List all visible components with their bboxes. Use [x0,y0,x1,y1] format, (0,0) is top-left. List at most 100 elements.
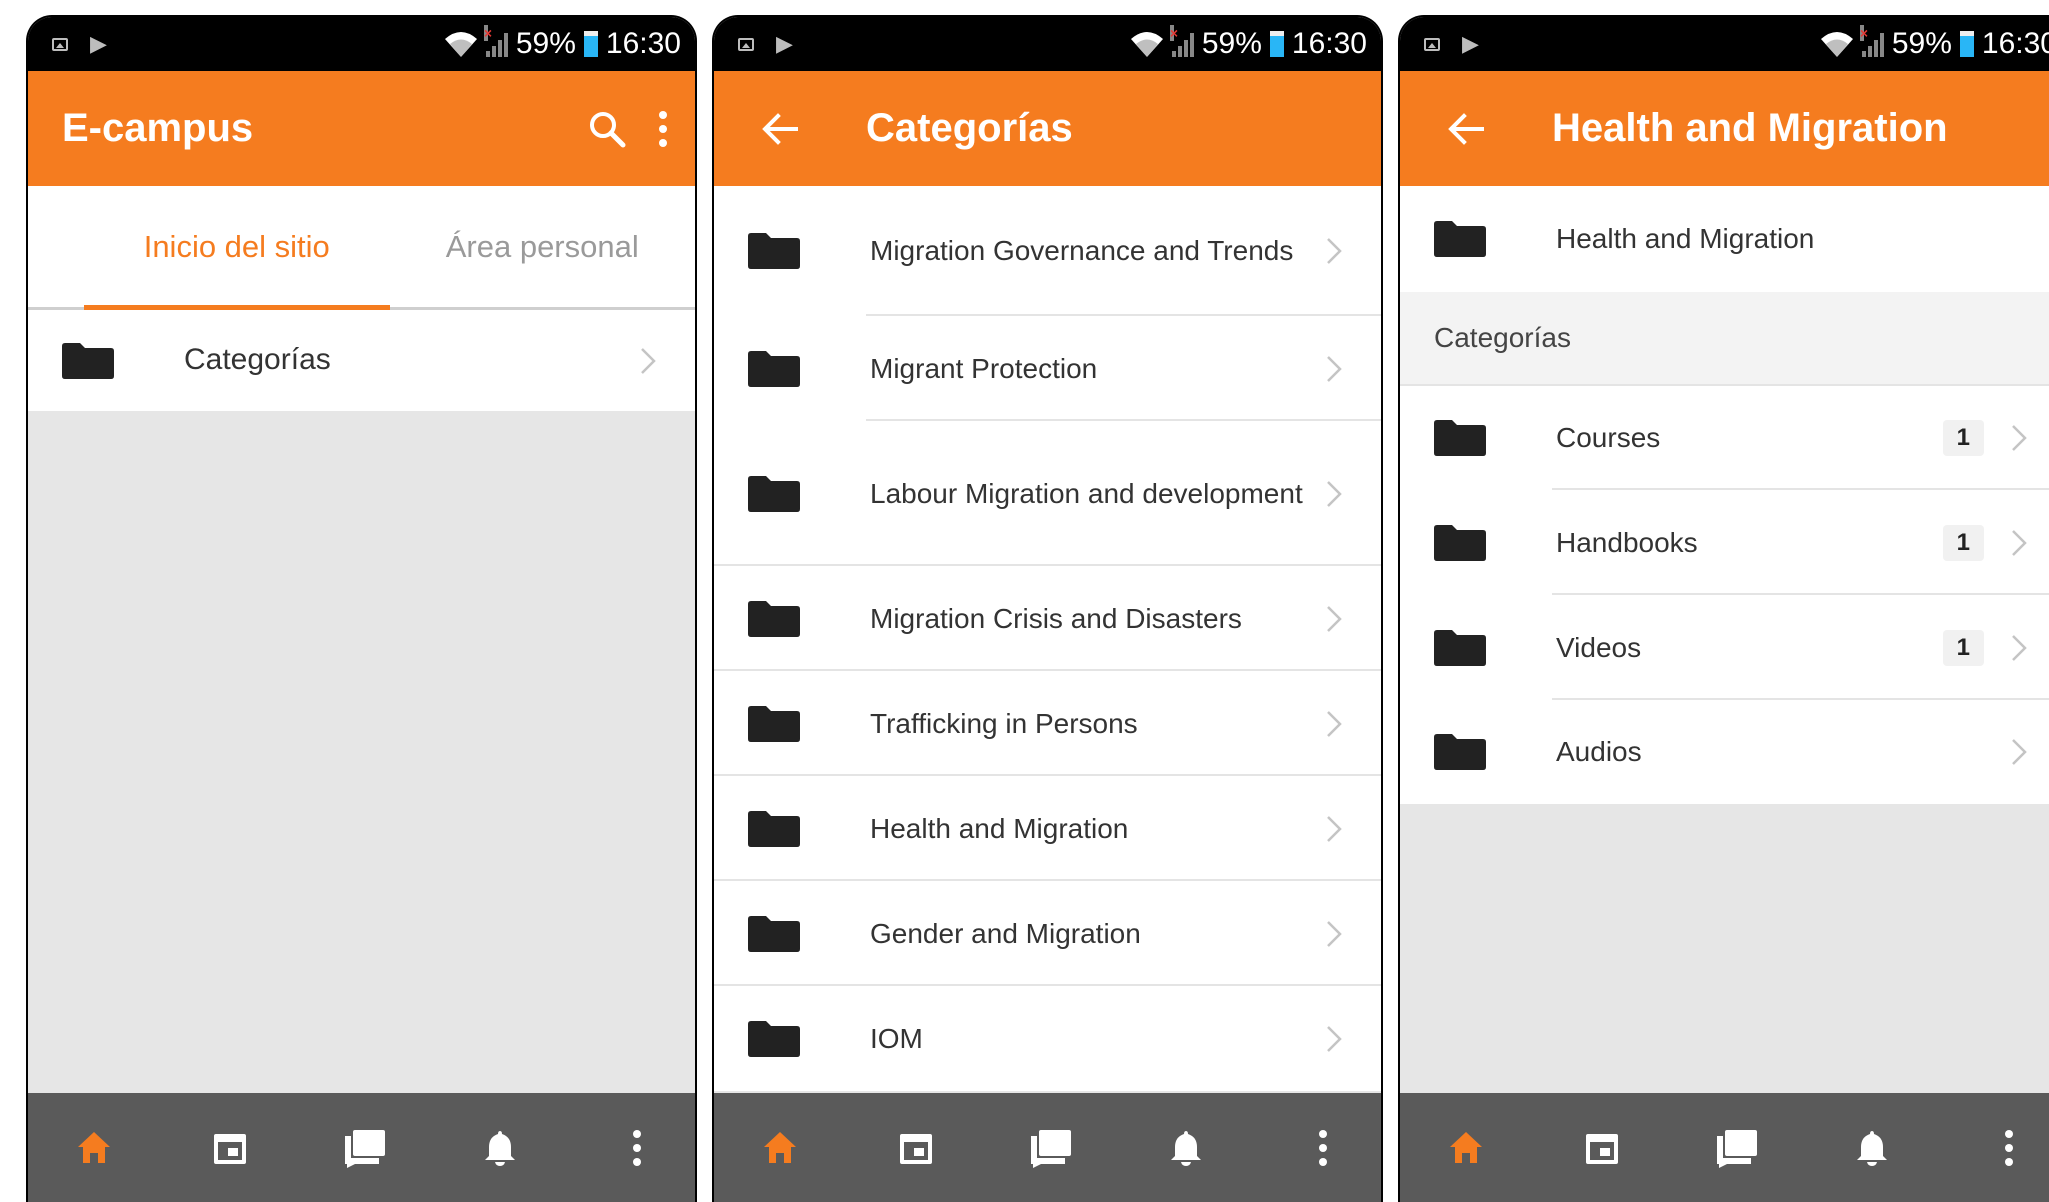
battery-icon [1959,31,1974,57]
folder-icon [1432,419,1488,457]
chevron-right-icon [1325,710,1343,738]
back-arrow-icon[interactable] [760,109,800,149]
nav-home[interactable] [64,1093,124,1202]
parent-category: Health and Migration [1400,186,2049,292]
battery-percent: 59% [515,27,576,60]
play-store-notification-icon: ▶ [90,31,107,56]
chevron-right-icon [2010,634,2028,662]
list-item-label: Migrant Protection [870,352,1098,384]
list-item[interactable]: Migration Crisis and Disasters [714,566,1381,671]
nav-calendar[interactable] [200,1093,260,1202]
list-item-label: Gender and Migration [870,917,1141,949]
home-icon [760,1128,800,1168]
bottom-nav [28,1093,695,1202]
calendar-icon [896,1128,936,1168]
page-title: Categorías [866,106,1073,150]
chevron-right-icon [639,347,657,375]
nav-messages[interactable] [1707,1093,1767,1202]
status-bar: ▶ × 59% 16:30 [714,17,1381,71]
list-item[interactable]: Videos 1 [1400,595,2049,700]
category-list: Migration Governance and Trends Migrant … [714,186,1381,1091]
nav-calendar[interactable] [886,1093,946,1202]
app-bar: E-campus [28,71,695,186]
list-item-label: Trafficking in Persons [870,707,1138,739]
nav-home[interactable] [1436,1093,1496,1202]
list-item[interactable]: Gender and Migration [714,881,1381,986]
list-item[interactable]: Courses 1 [1400,386,2049,490]
folder-icon [60,342,116,380]
folder-icon [746,810,802,848]
battery-percent: 59% [1891,27,1952,60]
home-icon [74,1128,114,1168]
nav-more[interactable] [1979,1093,2039,1202]
chevron-right-icon [1325,815,1343,843]
calendar-icon [1582,1128,1622,1168]
more-icon [1317,1128,1329,1168]
nav-home[interactable] [750,1093,810,1202]
nav-messages[interactable] [335,1093,395,1202]
signal-icon: × [483,25,508,57]
tab-site-home[interactable]: Inicio del sitio [28,186,390,310]
chevron-right-icon [2010,529,2028,557]
nav-notifications[interactable] [470,1093,530,1202]
bottom-nav [1400,1093,2049,1202]
page-title: Health and Migration [1552,106,1948,150]
app-bar: Categorías [714,71,1381,186]
nav-more[interactable] [1293,1093,1353,1202]
nav-messages[interactable] [1021,1093,1081,1202]
list-item[interactable]: Audios [1400,700,2049,804]
more-options-icon[interactable] [657,109,669,149]
chevron-right-icon [1325,355,1343,383]
list-item-categories[interactable]: Categorías [28,310,695,411]
nav-more[interactable] [607,1093,667,1202]
battery-icon [583,31,598,57]
notifications-icon [1852,1128,1892,1168]
list-item-label: Health and Migration [870,812,1129,844]
wifi-icon [444,30,478,58]
folder-icon [746,705,802,743]
folder-icon [1432,524,1488,562]
app-bar: Health and Migration [1400,71,2049,186]
tab-personal-area[interactable]: Área personal [390,186,696,307]
play-store-notification-icon: ▶ [1462,31,1479,56]
list-item-label: Categorías [184,343,331,377]
folder-icon [746,1020,802,1058]
nav-notifications[interactable] [1156,1093,1216,1202]
list-item-parent-category[interactable]: Health and Migration [1400,186,2049,292]
list-item[interactable]: Migration Governance and Trends [714,186,1381,316]
clock: 16:30 [605,27,681,60]
folder-icon [746,232,802,270]
search-icon[interactable] [587,109,627,149]
list-item-label: Migration Crisis and Disasters [870,602,1242,634]
chevron-right-icon [1325,1025,1343,1053]
gallery-notification-icon [52,37,68,51]
screen-health-and-migration: ▶ × 59% 16:30 Health and Migration Healt… [1398,15,2049,1202]
messages-icon [343,1128,387,1168]
nav-calendar[interactable] [1572,1093,1632,1202]
gallery-notification-icon [738,37,754,51]
category-list: Categorías [28,310,695,411]
list-item[interactable]: Health and Migration [714,776,1381,881]
list-item[interactable]: IOM [714,986,1381,1091]
subcategory-list: Courses 1 Handbooks 1 Videos 1 Audios [1400,386,2049,804]
back-arrow-icon[interactable] [1446,109,1486,149]
battery-percent: 59% [1201,27,1262,60]
list-item[interactable]: Migrant Protection [714,316,1381,421]
more-icon [2003,1128,2015,1168]
list-item-label: IOM [870,1022,923,1054]
clock: 16:30 [1981,27,2049,60]
screen-ecampus-home: ▶ × 59% 16:30 E-campus Inicio del sitio … [26,15,697,1202]
play-store-notification-icon: ▶ [776,31,793,56]
folder-icon [746,600,802,638]
messages-icon [1715,1128,1759,1168]
folder-icon [1432,220,1488,258]
list-item[interactable]: Trafficking in Persons [714,671,1381,776]
status-bar: ▶ × 59% 16:30 [28,17,695,71]
screen-categories: ▶ × 59% 16:30 Categorías Migration Gover… [712,15,1383,1202]
list-item[interactable]: Labour Migration and development [714,421,1381,566]
nav-notifications[interactable] [1842,1093,1902,1202]
list-item[interactable]: Handbooks 1 [1400,490,2049,595]
count-badge: 1 [1942,420,1984,456]
chevron-right-icon [1325,920,1343,948]
notifications-icon [1166,1128,1206,1168]
